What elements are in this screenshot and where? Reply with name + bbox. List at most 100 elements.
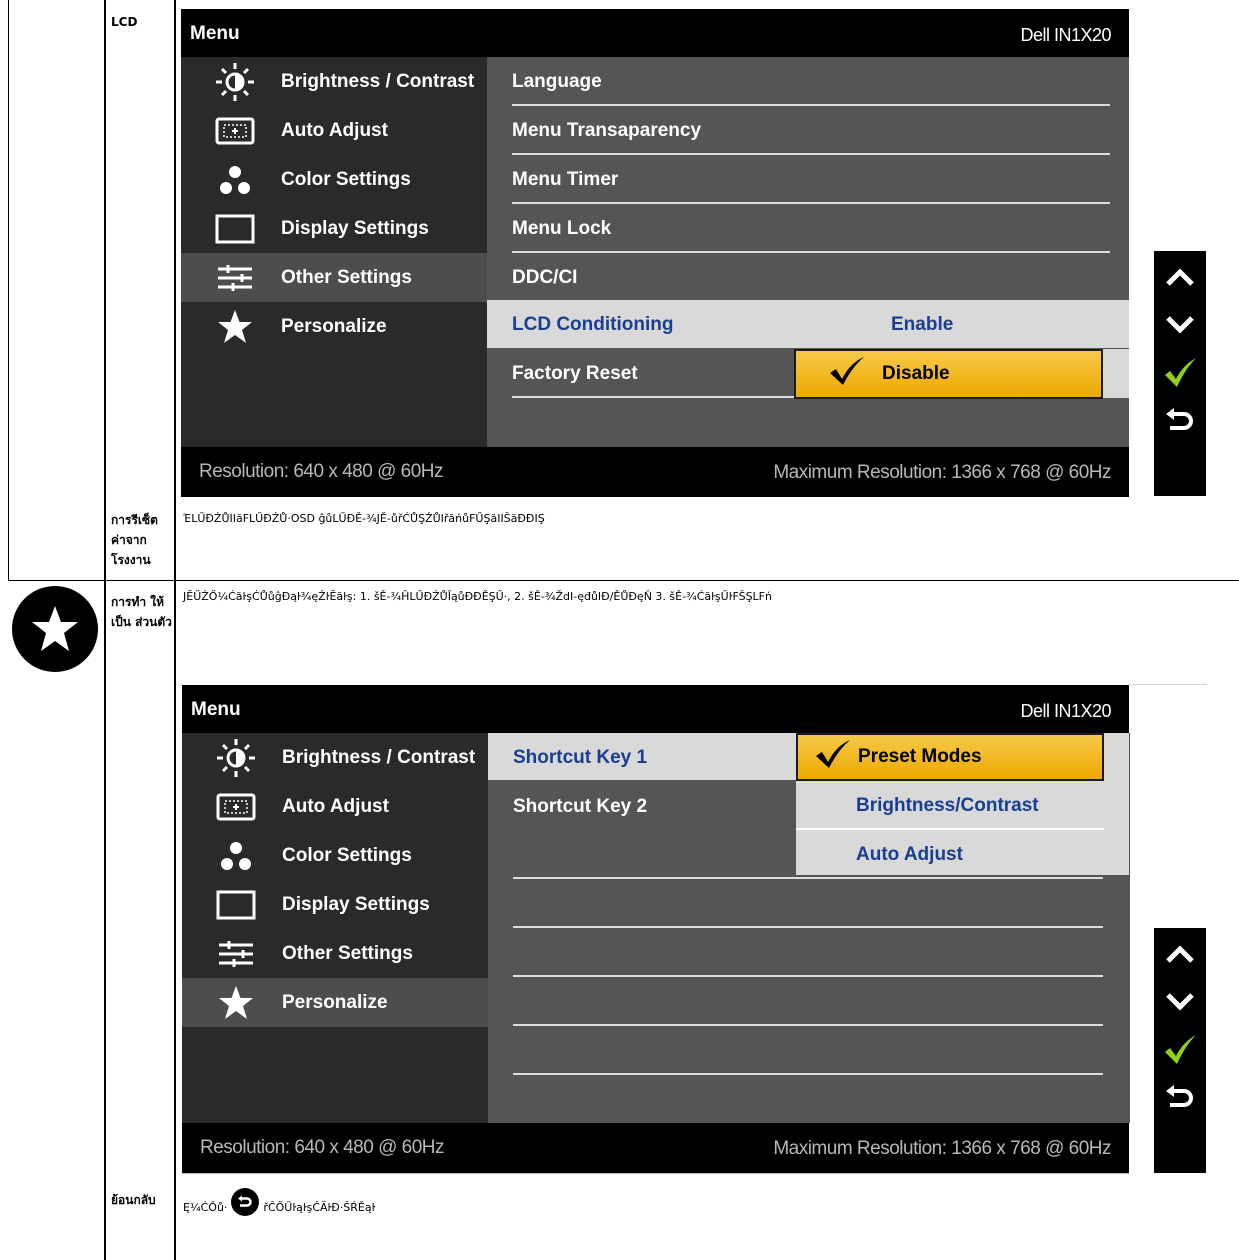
submenu-factory-reset[interactable]: Factory Reset — [512, 349, 812, 398]
osd-footer: Resolution: 640 x 480 @ 60Hz Maximum Res… — [181, 447, 1129, 497]
back-description-prefix: Ę¼ĆŐů· — [183, 1200, 228, 1214]
menu-item-label: Display Settings — [281, 217, 429, 239]
submenu-shortcut-key-1[interactable]: Shortcut Key 1 — [513, 733, 793, 782]
down-arrow-icon[interactable] — [1154, 301, 1206, 349]
resolution-text: Resolution: 640 x 480 @ 60Hz — [199, 461, 444, 482]
menu-item-label: Color Settings — [281, 168, 411, 190]
up-arrow-icon[interactable] — [1154, 930, 1206, 978]
option-disable-selected[interactable]: Disable — [794, 349, 1103, 399]
back-description-suffix: řĈŐŰŀąŀşĈĂŀĐ·ŠŔĚąŀ — [263, 1200, 376, 1214]
submenu-language[interactable]: Language — [512, 57, 1110, 106]
other-settings-icon — [210, 938, 262, 970]
factory-reset-description: ΈLŰĐŹŮIIăFLŰĐŹŮ·OSD ĝůLŰĐĚ-¾JĚ-ůřĆŮŞŹŮIř… — [183, 512, 545, 525]
menu-item-label: Color Settings — [282, 844, 412, 866]
osd-button-panel — [1154, 251, 1206, 496]
option-preset-modes-selected[interactable]: Preset Modes — [796, 733, 1104, 781]
menu-item-color-settings[interactable]: Color Settings — [181, 155, 487, 204]
menu-item-label: Other Settings — [281, 266, 412, 288]
osd-footer: Resolution: 640 x 480 @ 60Hz Maximum Res… — [182, 1123, 1129, 1173]
menu-item-label: Brightness / Contrast — [282, 746, 476, 768]
menu-item-personalize[interactable]: Personalize — [181, 302, 487, 351]
menu-item-label: Auto Adjust — [282, 795, 389, 817]
max-resolution-text: Maximum Resolution: 1366 x 768 @ 60Hz — [773, 462, 1111, 483]
option-disable-label: Disable — [882, 363, 950, 384]
menu-item-label: Other Settings — [282, 942, 413, 964]
back-button-icon — [231, 1188, 260, 1216]
submenu-divider — [513, 926, 1103, 928]
table-border-mid — [174, 0, 176, 1260]
menu-item-label: Auto Adjust — [281, 119, 388, 141]
osd-button-panel — [1154, 928, 1206, 1173]
submenu-lcd-conditioning[interactable]: LCD Conditioning — [512, 300, 812, 349]
personalize-row-label: การทำ ให้เป็น ส่วนตัว — [111, 595, 172, 629]
option-auto-adjust[interactable]: Auto Adjust — [856, 844, 963, 866]
lcd-row-label: LCD — [111, 15, 138, 29]
display-settings-icon — [209, 213, 261, 245]
checkmark-icon[interactable] — [1154, 1026, 1206, 1074]
menu-item-label: Brightness / Contrast — [281, 70, 475, 92]
screenshot-top-rule — [1129, 684, 1207, 685]
menu-item-label: Display Settings — [282, 893, 430, 915]
back-row-label: ย้อนกลับ — [111, 1193, 156, 1207]
menu-item-brightness-contrast[interactable]: Brightness / Contrast — [181, 57, 487, 106]
checkmark-icon — [814, 738, 852, 776]
auto-adjust-icon — [209, 115, 261, 147]
submenu-divider — [513, 877, 1103, 879]
menu-item-color-settings[interactable]: Color Settings — [182, 831, 488, 880]
option-preset-modes-label: Preset Modes — [858, 746, 982, 767]
display-settings-icon — [210, 889, 262, 921]
submenu-ddc-ci[interactable]: DDC/CI — [512, 253, 1110, 302]
personalize-description: JĔŰŹŐ¼ĆăŀşĆŮůĝĐąŀ¾ęŹŀĔăŀş: 1. šĚ-¾ĤLŰĐŹŮ… — [183, 590, 772, 603]
max-resolution-text: Maximum Resolution: 1366 x 768 @ 60Hz — [773, 1138, 1111, 1159]
menu-item-auto-adjust[interactable]: Auto Adjust — [181, 106, 487, 155]
submenu-menu-transparency[interactable]: Menu Transaparency — [512, 106, 1110, 155]
table-border-left — [104, 0, 106, 1260]
menu-item-display-settings[interactable]: Display Settings — [181, 204, 487, 253]
color-settings-icon — [210, 840, 262, 872]
resolution-text: Resolution: 640 x 480 @ 60Hz — [200, 1137, 445, 1158]
brightness-icon — [209, 62, 261, 101]
personalize-star-icon — [12, 586, 98, 672]
star-icon — [209, 309, 261, 343]
submenu-shortcut-key-2[interactable]: Shortcut Key 2 — [513, 782, 793, 831]
menu-item-label: Personalize — [281, 315, 387, 337]
checkmark-icon — [828, 355, 866, 393]
menu-item-label: Personalize — [282, 991, 388, 1013]
checkmark-icon[interactable] — [1154, 349, 1206, 397]
submenu-menu-lock[interactable]: Menu Lock — [512, 204, 1110, 253]
osd-menu-personalize: Menu Dell IN1X20 Brightness / Contrast A… — [182, 685, 1130, 1173]
option-enable[interactable]: Enable — [891, 314, 953, 336]
menu-item-brightness-contrast[interactable]: Brightness / Contrast — [182, 733, 488, 782]
auto-adjust-icon — [210, 791, 262, 823]
star-icon — [210, 985, 262, 1019]
osd-model-name: Dell IN1X20 — [1020, 25, 1111, 45]
back-icon[interactable] — [1154, 1074, 1206, 1122]
submenu-divider — [513, 975, 1103, 977]
down-arrow-icon[interactable] — [1154, 978, 1206, 1026]
osd-title: Menu — [191, 699, 241, 720]
option-brightness-contrast[interactable]: Brightness/Contrast — [856, 795, 1039, 817]
osd-model-name: Dell IN1X20 — [1020, 701, 1111, 721]
brightness-icon — [210, 738, 262, 777]
menu-item-display-settings[interactable]: Display Settings — [182, 880, 488, 929]
table-border-outer — [8, 0, 9, 580]
option-panel-background — [1102, 349, 1129, 398]
factory-reset-row-label: การรีเซ็ต ค่าจาก โรงงาน — [111, 513, 158, 567]
color-settings-icon — [209, 164, 261, 196]
osd-menu-lcd-conditioning: Menu Dell IN1X20 Brightness / Contrast A… — [181, 9, 1129, 497]
back-description: Ę¼ĆŐů· řĈŐŰŀąŀşĈĂŀĐ·ŠŔĚąŀ — [183, 1188, 375, 1216]
option-divider — [796, 828, 1104, 830]
menu-item-other-settings[interactable]: Other Settings — [182, 929, 488, 978]
submenu-menu-timer[interactable]: Menu Timer — [512, 155, 1110, 204]
screenshot-bottom-edge — [182, 1173, 1129, 1174]
submenu-divider — [513, 1024, 1103, 1026]
table-row-divider — [8, 580, 1239, 581]
menu-item-auto-adjust[interactable]: Auto Adjust — [182, 782, 488, 831]
other-settings-icon — [209, 262, 261, 294]
osd-title: Menu — [190, 23, 240, 44]
up-arrow-icon[interactable] — [1154, 253, 1206, 301]
submenu-divider — [513, 1073, 1103, 1075]
menu-item-other-settings[interactable]: Other Settings — [181, 253, 487, 302]
menu-item-personalize[interactable]: Personalize — [182, 978, 488, 1027]
back-icon[interactable] — [1154, 397, 1206, 445]
